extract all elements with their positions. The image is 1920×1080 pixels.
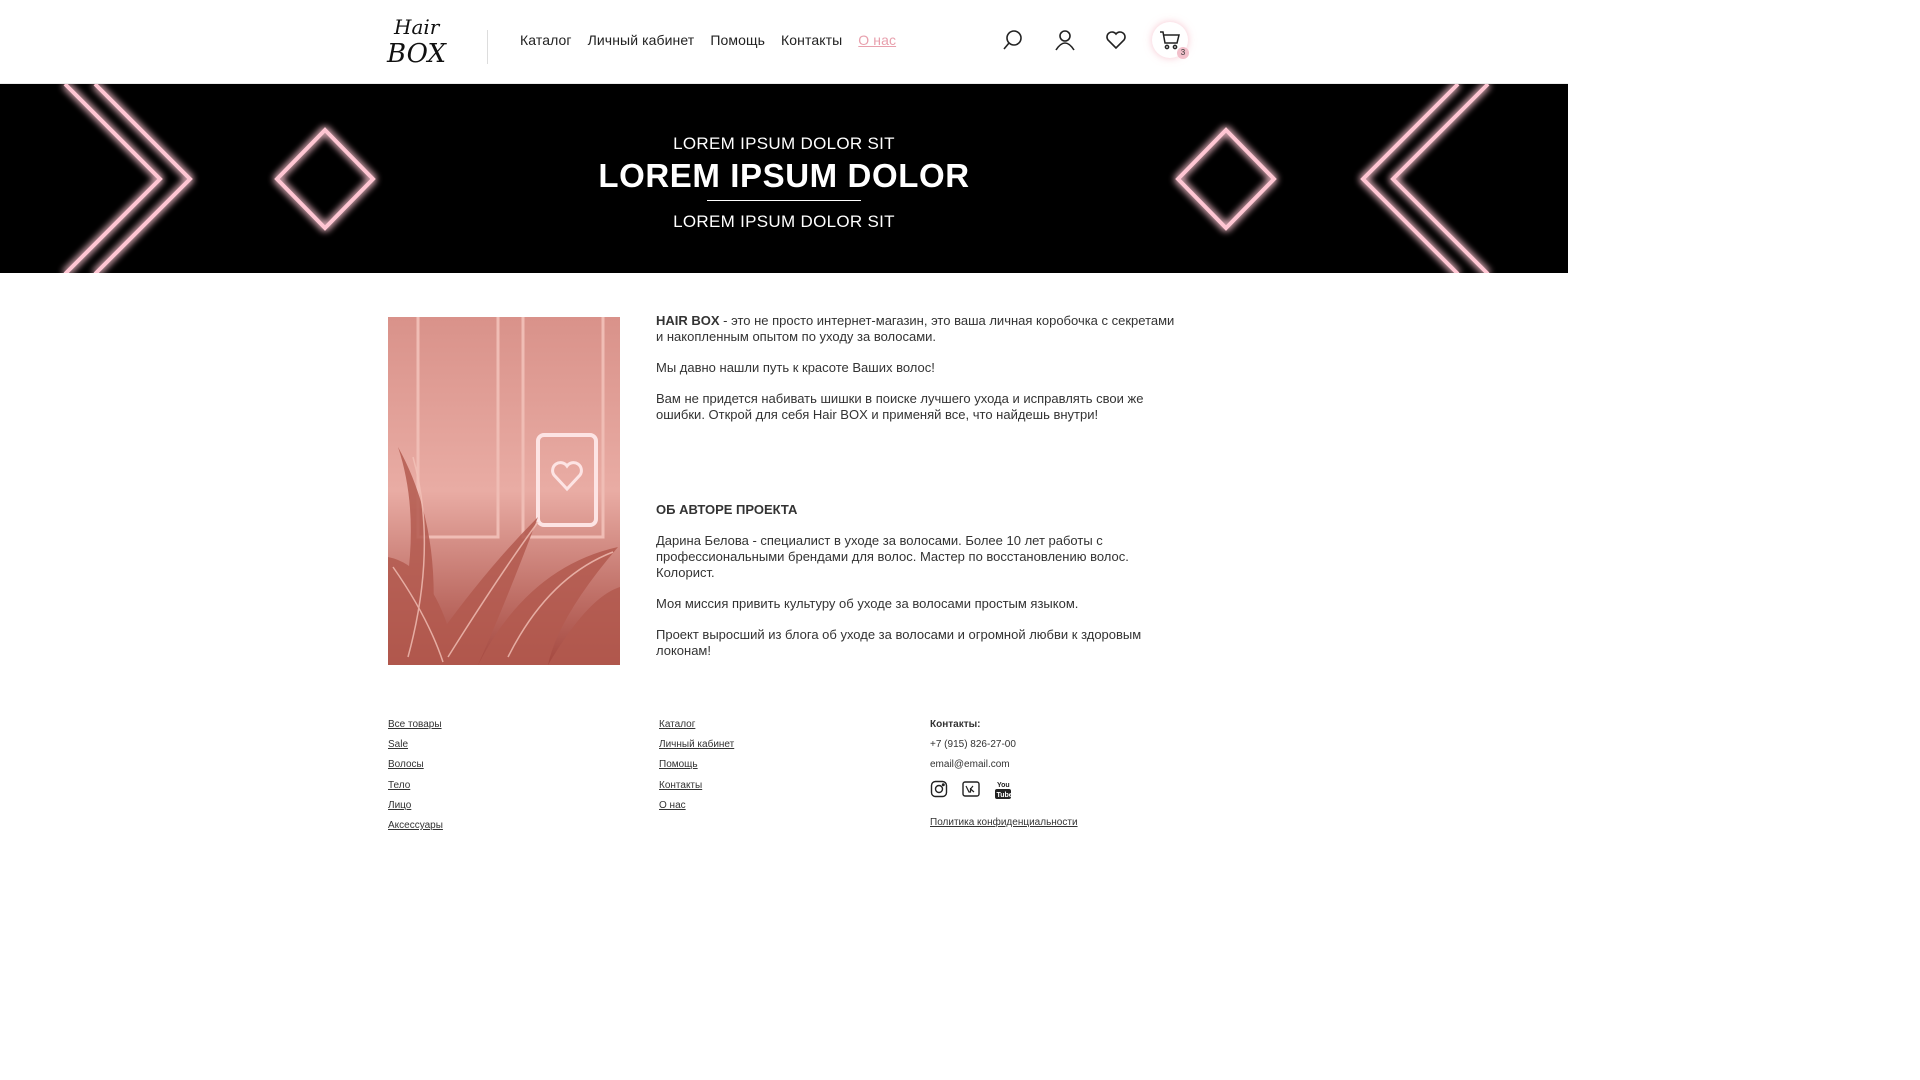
author-heading: ОБ АВТОРЕ ПРОЕКТА [656,502,798,517]
contact-phone: +7 (915) 826-27-00 [930,739,1016,750]
footer-catalog-links: Все товары Sale Волосы Тело Лицо Аксессу… [388,718,443,839]
nav-help[interactable]: Помощь [710,32,765,48]
footer-link-about[interactable]: О нас [659,799,734,819]
paragraph-2: Мы давно нашли путь к красоте Ваших воло… [656,360,935,375]
footer-link-body[interactable]: Тело [388,779,443,799]
footer-link-accessories[interactable]: Аксессуары [388,819,443,839]
youtube-icon[interactable]: You Tube [994,780,1013,799]
hero-banner: LOREM IPSUM DOLOR SIT LOREM IPSUM DOLOR … [0,84,1568,273]
header-divider [487,30,488,64]
svg-text:You: You [997,782,1010,789]
privacy-policy-link[interactable]: Политика конфиденциальности [930,816,1078,836]
youtube-label-tube: Tube [997,792,1013,799]
footer-link-sale[interactable]: Sale [388,738,443,758]
footer-link-contacts[interactable]: Контакты [659,779,734,799]
nav-catalog[interactable]: Каталог [520,32,572,48]
cart-count-badge: 3 [1177,47,1189,59]
social-links: You Tube [930,780,1078,799]
heart-icon[interactable] [1104,28,1128,52]
author-paragraph-3: Проект выросший из блога об уходе за вол… [656,627,1142,658]
about-text: HAIR BOX - это не просто интернет-магази… [656,313,1176,674]
hairbox-logo[interactable]: Hair BOX [386,14,452,68]
brand-name: HAIR BOX [656,313,720,328]
footer-site-links: Каталог Личный кабинет Помощь Контакты О… [659,718,734,819]
nav-account[interactable]: Личный кабинет [588,32,695,48]
intro-text: - это не просто интернет-магазин, это ва… [656,313,1175,344]
search-icon[interactable] [1001,28,1025,52]
main-nav: Каталог Личный кабинет Помощь Контакты О… [520,32,896,48]
author-paragraph-2: Моя миссия привить культуру об уходе за … [656,596,1079,611]
banner-title: LOREM IPSUM DOLOR [598,157,970,194]
svg-text:BOX: BOX [386,39,447,68]
footer-link-hair[interactable]: Волосы [388,758,443,778]
svg-text:Hair: Hair [393,15,441,39]
contact-email: email@email.com [930,759,1010,770]
user-icon[interactable] [1053,28,1077,52]
footer-link-account[interactable]: Личный кабинет [659,738,734,758]
nav-contacts[interactable]: Контакты [781,32,842,48]
footer-link-help[interactable]: Помощь [659,758,734,778]
about-photo [388,317,620,665]
paragraph-3: Вам не придется набивать шишки в поиске … [656,391,1144,422]
site-header: Hair BOX Каталог Личный кабинет Помощь К… [0,0,1568,84]
banner-subtitle-bottom: LOREM IPSUM DOLOR SIT [673,212,895,231]
footer-link-face[interactable]: Лицо [388,799,443,819]
vk-icon[interactable] [962,780,980,798]
footer-link-all[interactable]: Все товары [388,718,443,738]
cart-icon [1160,31,1180,50]
banner-subtitle-top: LOREM IPSUM DOLOR SIT [673,134,895,153]
contacts-title: Контакты: [930,719,981,730]
instagram-icon[interactable] [930,780,948,798]
banner-underline [707,200,861,201]
footer-contacts: Контакты: +7 (915) 826-27-00 email@email… [930,718,1078,836]
author-paragraph-1: Дарина Белова - специалист в уходе за во… [656,533,1129,580]
footer-link-catalog[interactable]: Каталог [659,718,734,738]
nav-about[interactable]: О нас [858,32,896,48]
intro-paragraph: HAIR BOX - это не просто интернет-магази… [656,313,1176,345]
